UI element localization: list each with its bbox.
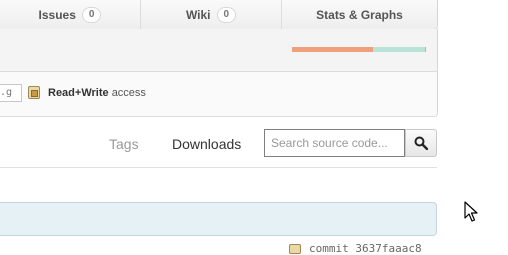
commit-clipboard-icon[interactable]	[289, 244, 301, 254]
tab-stats-graphs-label: Stats & Graphs	[316, 7, 403, 22]
tab-issues[interactable]: Issues 0	[0, 0, 141, 29]
repository-page: Issues 0 Wiki 0 Stats & Graphs .g Read+W…	[0, 0, 508, 255]
commit-bar	[0, 202, 437, 236]
wiki-count-badge: 0	[216, 6, 237, 23]
access-level-strong: Read+Write	[48, 87, 109, 99]
repo-tabs: Issues 0 Wiki 0 Stats & Graphs	[0, 0, 438, 30]
access-level-rest: access	[111, 87, 146, 99]
subnav-divider	[0, 167, 437, 168]
subnav-tags[interactable]: Tags	[109, 136, 139, 152]
mouse-pointer-icon	[464, 201, 478, 222]
tab-wiki-label: Wiki	[185, 7, 211, 22]
access-level: Read+Write access	[48, 87, 146, 99]
language-segment[interactable]	[292, 47, 373, 52]
subnav-downloads[interactable]: Downloads	[172, 136, 241, 152]
tab-issues-label: Issues	[38, 7, 76, 22]
search-button[interactable]	[405, 129, 437, 157]
search-source-input[interactable]: Search source code...	[264, 129, 405, 157]
search-icon	[414, 136, 428, 150]
clone-url-field[interactable]: .g	[0, 84, 22, 102]
language-bar[interactable]	[292, 47, 426, 52]
language-segment[interactable]	[373, 47, 425, 52]
language-segment[interactable]	[425, 47, 426, 52]
issues-count-badge: 0	[81, 6, 102, 23]
clipboard-icon[interactable]	[28, 86, 40, 99]
tab-wiki[interactable]: Wiki 0	[141, 0, 282, 29]
tab-stats-graphs[interactable]: Stats & Graphs	[282, 0, 437, 29]
